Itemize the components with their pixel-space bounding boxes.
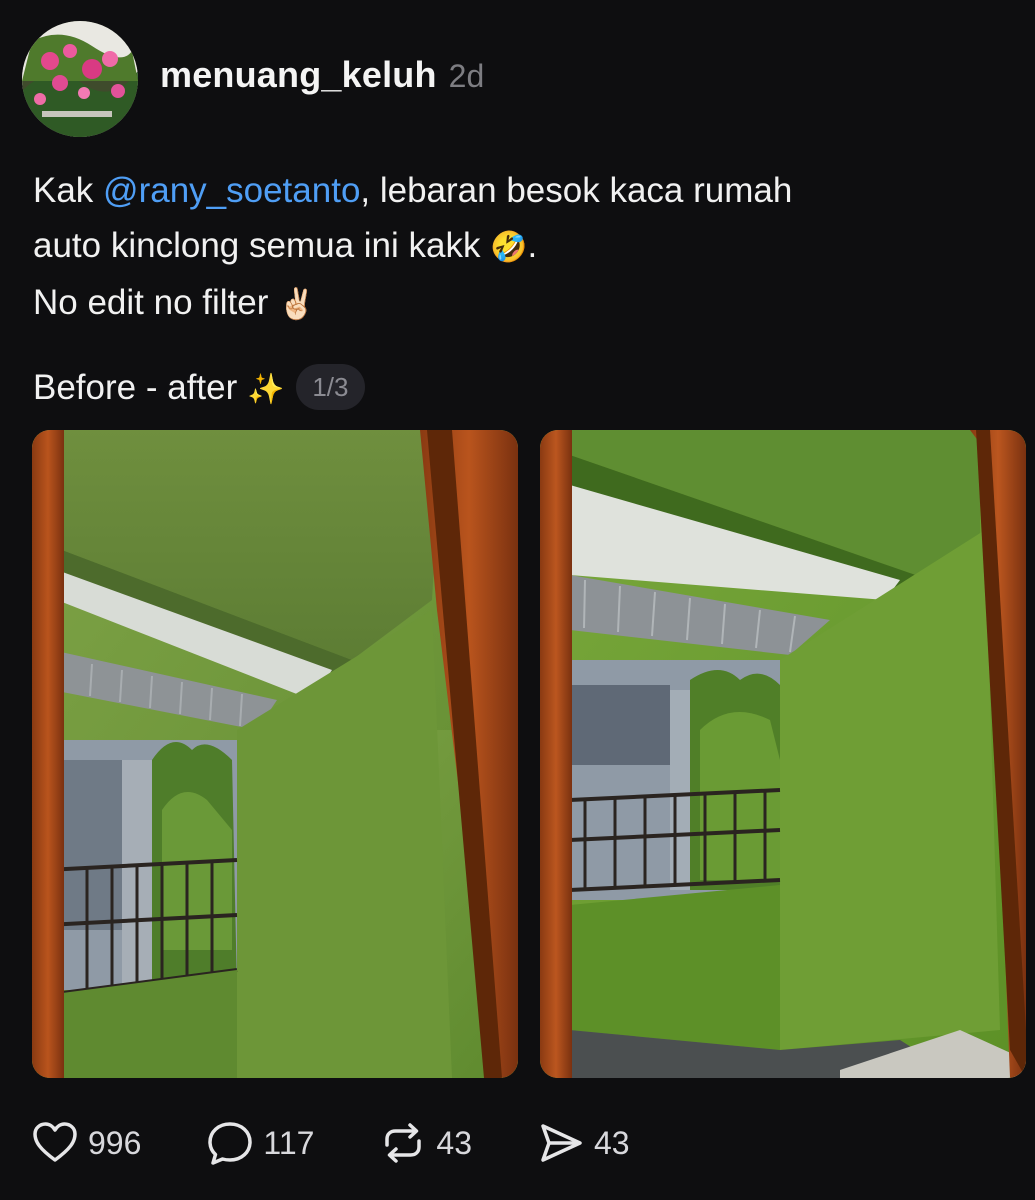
caption-text: . [527, 226, 538, 265]
like-button[interactable]: 996 [30, 1118, 141, 1168]
post-caption: Kak @rany_soetanto, lebaran besok kaca r… [33, 163, 993, 417]
caption-line-1: Kak @rany_soetanto, lebaran besok kaca r… [33, 163, 993, 218]
heart-icon [33, 1122, 77, 1162]
post-time: 2d [448, 58, 485, 94]
comment-bubble-icon [208, 1122, 253, 1165]
sparkles-emoji: ✨ [246, 372, 285, 407]
peace-emoji: ✌🏻 [278, 287, 316, 322]
share-count: 43 [594, 1124, 630, 1161]
mention-link[interactable]: @rany_soetanto [103, 171, 360, 210]
like-count: 996 [88, 1124, 142, 1161]
photo-before[interactable] [32, 430, 518, 1078]
post-actions: 996 117 43 43 [30, 1115, 630, 1171]
user-meta: menuang_keluh 2d [160, 54, 484, 96]
caption-text: No edit no filter [33, 283, 279, 322]
laughing-emoji: 🤣 [490, 230, 528, 265]
caption-text: , lebaran besok kaca rumah [360, 171, 793, 210]
caption-line-4: Before - after ✨ 1/3 [33, 360, 993, 417]
share-button[interactable]: 43 [536, 1118, 630, 1168]
comment-count: 117 [263, 1124, 315, 1161]
caption-text: Before - after [33, 368, 247, 407]
repost-count: 43 [436, 1124, 472, 1161]
send-icon [541, 1124, 582, 1162]
caption-line-3: No edit no filter ✌🏻 [33, 275, 993, 332]
comment-button[interactable]: 117 [205, 1118, 314, 1168]
username[interactable]: menuang_keluh [160, 54, 437, 96]
media-carousel[interactable] [32, 430, 1026, 1078]
avatar[interactable] [22, 21, 138, 137]
post-header: menuang_keluh 2d [22, 20, 484, 138]
caption-line-2: auto kinclong semua ini kakk 🤣. [33, 218, 993, 275]
repost-icon [385, 1123, 422, 1163]
media-counter: 1/3 [296, 364, 365, 410]
repost-button[interactable]: 43 [378, 1118, 472, 1168]
caption-text: auto kinclong semua ini kakk [33, 226, 491, 265]
caption-text: Kak [33, 171, 104, 210]
photo-after[interactable] [540, 430, 1026, 1078]
caption-gap [33, 332, 993, 360]
